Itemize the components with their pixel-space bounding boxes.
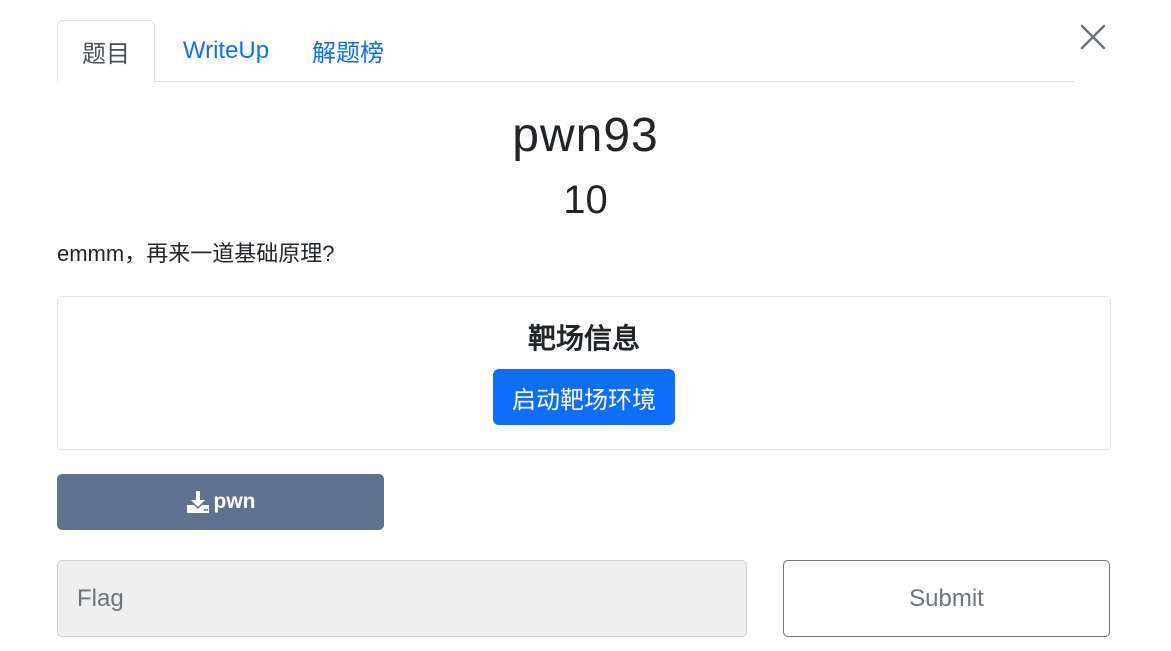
challenge-name: pwn93: [512, 109, 659, 162]
tab-solves[interactable]: 解题榜: [299, 20, 397, 81]
tab-writeup-label: WriteUp: [182, 36, 270, 64]
flag-input[interactable]: [57, 560, 747, 637]
tab-challenge[interactable]: 题目: [57, 20, 155, 82]
challenge-modal: 题目 WriteUp 解题榜 pwn93 10 emmm，再来一道基础原理? 靶…: [0, 0, 1171, 651]
close-icon: [1080, 24, 1106, 50]
tab-bar: 题目 WriteUp 解题榜: [57, 19, 1075, 82]
tab-writeup[interactable]: WriteUp: [155, 20, 297, 81]
tab-solves-label: 解题榜: [312, 40, 384, 67]
submit-button[interactable]: Submit: [783, 560, 1110, 637]
range-info-title: 靶场信息: [527, 323, 640, 354]
download-file-label: pwn: [213, 490, 256, 513]
start-range-label: 启动靶场环境: [512, 386, 656, 414]
download-file-button[interactable]: pwn: [57, 474, 384, 530]
tab-challenge-label: 题目: [82, 40, 130, 68]
close-button[interactable]: [1077, 21, 1109, 53]
challenge-description: emmm，再来一道基础原理?: [57, 241, 335, 266]
start-range-button[interactable]: 启动靶场环境: [493, 369, 675, 425]
submit-label: Submit: [909, 584, 984, 612]
range-info-card: 靶场信息 启动靶场环境: [57, 296, 1111, 450]
challenge-points: 10: [563, 178, 608, 222]
download-icon: [186, 491, 209, 513]
